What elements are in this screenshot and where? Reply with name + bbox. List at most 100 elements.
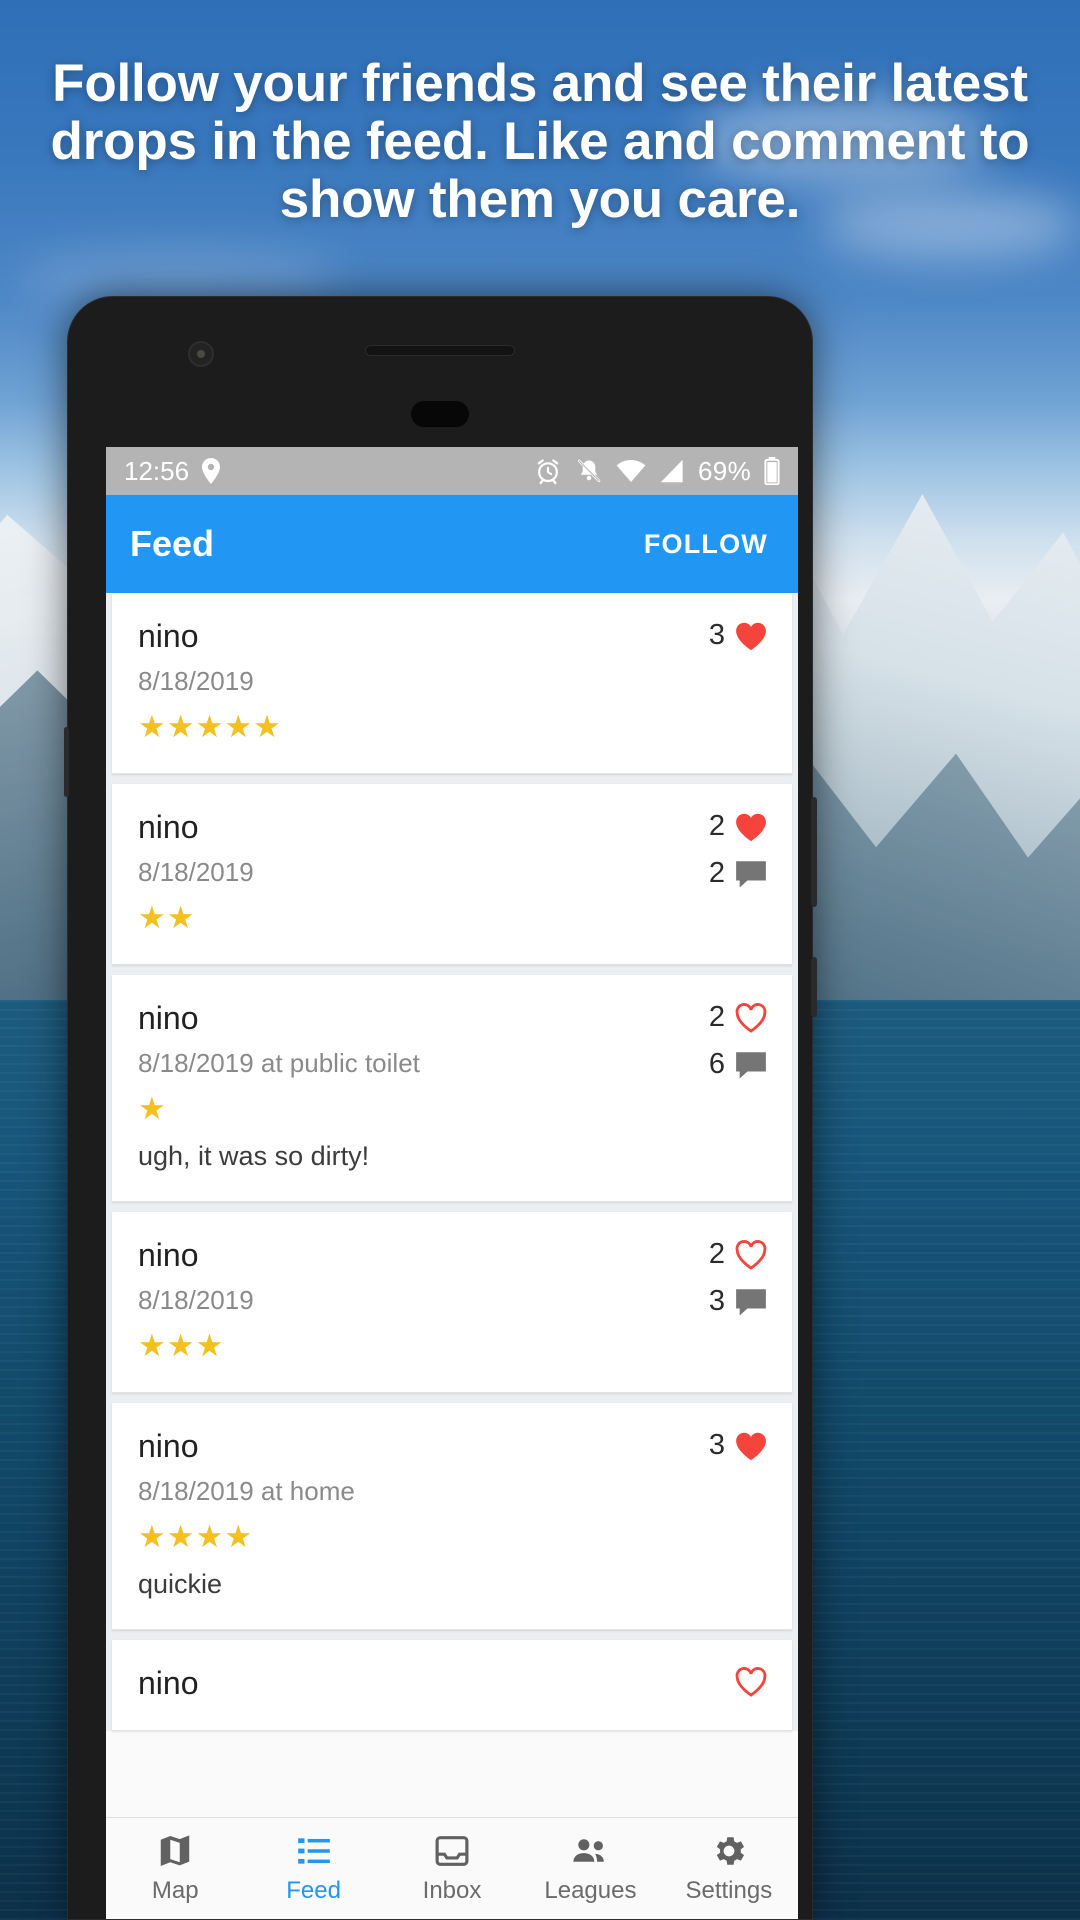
nav-item-label: Leagues (544, 1877, 637, 1904)
nav-item-label: Settings (685, 1877, 773, 1904)
comment-bubble-icon[interactable] (734, 1050, 768, 1080)
feed-card-rating: ★★★ (138, 1328, 225, 1363)
phone-side-button-left (64, 727, 69, 797)
alarm-clock-icon (534, 457, 562, 485)
page-title: Feed (130, 523, 215, 564)
map-icon[interactable] (156, 1832, 194, 1870)
feed-card-username: nino (138, 618, 199, 654)
feed-card[interactable]: nino 8/18/2019 ★★★ 2 3 (112, 1212, 792, 1393)
comment-count: 2 (708, 857, 725, 889)
feed-card-username: nino (138, 1428, 199, 1464)
like-count: 3 (708, 1429, 725, 1461)
like-count: 2 (708, 1001, 725, 1033)
feed-card-actions: 22 (648, 806, 768, 938)
feed-card-username: nino (138, 809, 199, 845)
nav-item-label: Map (151, 1877, 199, 1904)
feed-card-meta: 8/18/2019 at public toilet (138, 1048, 420, 1078)
nav-item-map[interactable]: Map (106, 1832, 244, 1905)
heart-outline-icon[interactable] (734, 1239, 768, 1271)
like-count: 2 (708, 810, 725, 842)
heart-outline-icon[interactable] (734, 1002, 768, 1034)
cell-signal-icon (659, 458, 685, 484)
like-button[interactable]: 2 (709, 1001, 768, 1034)
feed-card-meta: 8/18/2019 at home (138, 1476, 355, 1506)
feed-card-note: quickie (138, 1569, 223, 1599)
feed-card[interactable]: nino 8/18/2019 at home ★★★★ quickie 3 (112, 1403, 792, 1630)
phone-screen: 12:56 69% Feed FOLLOW nino 8/18/2019 ★★★… (106, 447, 798, 1919)
feed-card-actions: 26 (648, 997, 768, 1175)
gear-icon[interactable] (710, 1832, 748, 1870)
nav-item-label: Inbox (422, 1877, 482, 1904)
phone-mockup: 12:56 69% Feed FOLLOW nino 8/18/2019 ★★★… (64, 296, 817, 1920)
sensor-cutout (411, 401, 469, 427)
comment-bubble-icon[interactable] (734, 1287, 768, 1317)
feed-card-rating: ★ (138, 1091, 167, 1126)
like-button[interactable]: 3 (709, 619, 768, 652)
feed-card-actions: 3 (648, 615, 768, 747)
feed-card-meta: 8/18/2019 (138, 666, 254, 696)
like-button[interactable]: 3 (709, 1429, 768, 1462)
nav-item-leagues[interactable]: Leagues (521, 1832, 659, 1905)
nav-item-inbox[interactable]: Inbox (383, 1832, 521, 1905)
front-camera-icon (188, 341, 214, 367)
comment-count: 6 (708, 1048, 725, 1080)
wifi-icon (616, 457, 646, 485)
like-button[interactable]: 2 (709, 1238, 768, 1271)
heart-filled-icon[interactable] (734, 1430, 768, 1462)
feed-card-meta: 8/18/2019 (138, 1285, 254, 1315)
status-time: 12:56 (124, 455, 190, 486)
feed-card[interactable]: nino (112, 1640, 792, 1731)
bottom-navigation[interactable]: Map Feed Inbox Leagues Settings (106, 1817, 798, 1919)
heart-outline-icon[interactable] (734, 1666, 768, 1698)
like-button[interactable]: 2 (709, 810, 768, 843)
nav-item-label: Feed (286, 1877, 341, 1904)
feed-list[interactable]: nino 8/18/2019 ★★★★★ 3 nino 8/18/2019 ★★ 2 2 nino… (106, 593, 798, 1731)
feed-card[interactable]: nino 8/18/2019 ★★ 2 2 (112, 784, 792, 965)
heart-filled-icon[interactable] (734, 620, 768, 652)
feed-card-content: nino 8/18/2019 ★★★ (138, 1234, 648, 1366)
like-count: 2 (708, 1238, 725, 1270)
phone-top-bezel (68, 297, 812, 447)
location-pin-icon (201, 458, 221, 484)
feed-card-content: nino 8/18/2019 at home ★★★★ quickie (138, 1425, 648, 1603)
comment-count: 3 (708, 1285, 725, 1317)
bell-muted-icon (575, 457, 603, 485)
feed-card-actions: 23 (648, 1234, 768, 1366)
inbox-icon[interactable] (433, 1832, 471, 1870)
status-bar-right: 69% (534, 456, 780, 487)
comment-button[interactable]: 6 (709, 1048, 768, 1081)
earpiece-speaker (365, 345, 515, 356)
status-bar: 12:56 69% (106, 447, 798, 495)
feed-card-actions (648, 1662, 768, 1704)
feed-card[interactable]: nino 8/18/2019 ★★★★★ 3 (112, 593, 792, 774)
comment-button[interactable]: 2 (709, 857, 768, 890)
feed-card-username: nino (138, 1665, 199, 1701)
heart-filled-icon[interactable] (734, 811, 768, 843)
app-bar: Feed FOLLOW (106, 495, 798, 593)
feed-card-meta: 8/18/2019 (138, 857, 254, 887)
like-button[interactable] (734, 1666, 768, 1698)
feed-card-content: nino (138, 1662, 648, 1704)
promo-headline: Follow your friends and see their latest… (50, 54, 1030, 229)
feed-card-content: nino 8/18/2019 ★★ (138, 806, 648, 938)
battery-percent: 69% (698, 455, 751, 486)
feed-card-content: nino 8/18/2019 at public toilet ★ ugh, it w… (138, 997, 648, 1175)
nav-item-settings[interactable]: Settings (660, 1832, 798, 1905)
battery-icon (764, 457, 780, 486)
feed-card-rating: ★★★★★ (138, 709, 282, 744)
feed-card-rating: ★★★★ (138, 1519, 254, 1554)
nav-item-feed[interactable]: Feed (244, 1832, 382, 1905)
feed-list-icon[interactable] (295, 1832, 333, 1870)
feed-card-username: nino (138, 1000, 199, 1036)
like-count: 3 (708, 619, 725, 651)
people-icon[interactable] (570, 1832, 610, 1870)
feed-card[interactable]: nino 8/18/2019 at public toilet ★ ugh, it w… (112, 975, 792, 1202)
feed-card-rating: ★★ (138, 900, 196, 935)
feed-card-actions: 3 (648, 1425, 768, 1603)
feed-card-username: nino (138, 1237, 199, 1273)
feed-card-note: ugh, it was so dirty! (138, 1141, 370, 1171)
comment-bubble-icon[interactable] (734, 859, 768, 889)
follow-button[interactable]: FOLLOW (638, 521, 774, 568)
comment-button[interactable]: 3 (709, 1285, 768, 1318)
status-bar-left: 12:56 (124, 456, 221, 487)
